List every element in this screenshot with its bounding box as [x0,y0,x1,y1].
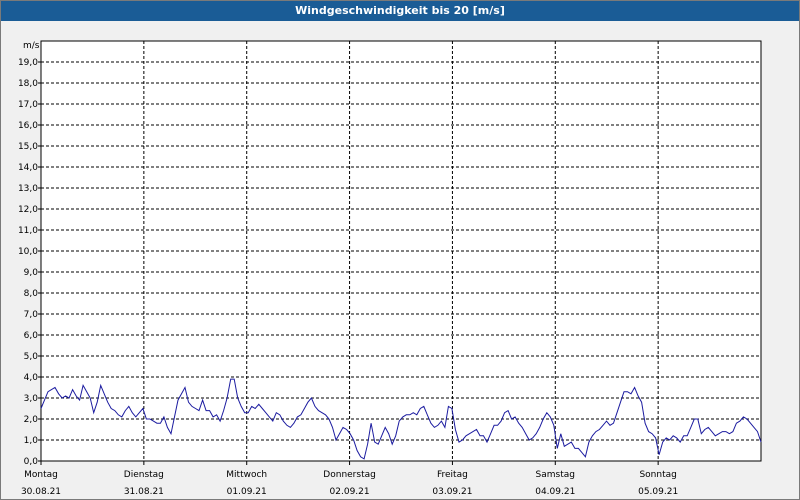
x-tick-day: Freitag [437,470,468,480]
x-tick-date: 31.08.21 [124,487,164,497]
y-tick-label: 16,0 [18,121,38,131]
x-tick-date: 05.09.21 [638,487,678,497]
y-tick-label: 18,0 [18,79,38,89]
x-axis-ticks: Montag 30.08.21 Dienstag 31.08.21 Mittwoch 01… [21,461,678,497]
chart-canvas: 0,0 1,0 2,0 3,0 4,0 5,0 6,0 7,0 8,0 9,0 10,0 11,0 12… [18,40,762,497]
y-tick-label: 7,0 [24,310,39,320]
y-tick-label: 1,0 [24,436,39,446]
chart-title: Windgeschwindigkeit bis 20 [m/s] [1,1,799,21]
x-tick-day: Sonntag [639,470,676,480]
x-tick-date: 30.08.21 [21,487,61,497]
y-tick-label: 11,0 [18,226,38,236]
y-tick-label: 15,0 [18,142,38,152]
chart-window: Windgeschwindigkeit bis 20 [m/s] 0,0 1,0 2… [0,0,800,500]
y-axis-ticks: 0,0 1,0 2,0 3,0 4,0 5,0 6,0 7,0 8,0 9,0 10,0 11,0 12… [18,58,41,467]
y-tick-label: 19,0 [18,58,38,68]
y-tick-label: 17,0 [18,100,38,110]
x-tick-day: Samstag [536,470,575,480]
x-tick-day: Donnerstag [323,470,376,480]
y-tick-label: 2,0 [24,415,39,425]
y-tick-label: 4,0 [24,373,39,383]
x-tick-day: Montag [24,470,58,480]
y-axis-label: m/s [23,41,40,51]
grid-lines [41,41,761,461]
y-tick-label: 5,0 [24,352,39,362]
y-tick-label: 0,0 [24,457,39,467]
y-tick-label: 12,0 [18,205,38,215]
x-tick-day: Dienstag [124,470,164,480]
x-tick-date: 04.09.21 [535,487,575,497]
x-tick-date: 03.09.21 [432,487,472,497]
y-tick-label: 3,0 [24,394,39,404]
y-tick-label: 14,0 [18,163,38,173]
x-tick-date: 02.09.21 [330,487,370,497]
y-tick-label: 8,0 [24,289,39,299]
y-tick-label: 10,0 [18,247,38,257]
y-tick-label: 6,0 [24,331,39,341]
y-tick-label: 9,0 [24,268,39,278]
x-tick-day: Mittwoch [226,470,267,480]
x-tick-date: 01.09.21 [227,487,267,497]
y-tick-label: 13,0 [18,184,38,194]
